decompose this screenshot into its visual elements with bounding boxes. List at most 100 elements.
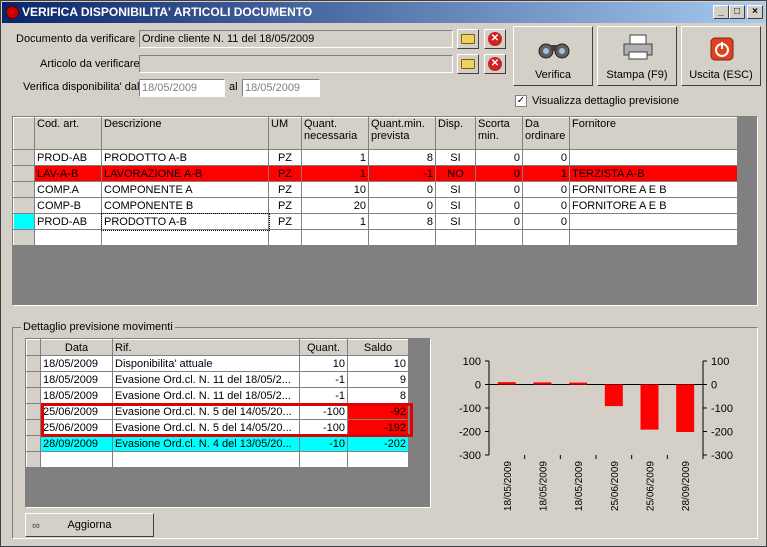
empty-row[interactable] bbox=[13, 229, 738, 246]
cell-scorta[interactable]: 0 bbox=[475, 165, 523, 182]
cell-qprev[interactable]: 0 bbox=[368, 181, 436, 198]
cell-saldo[interactable]: -202 bbox=[347, 435, 409, 452]
row-indicator[interactable] bbox=[13, 181, 35, 198]
cell-quant[interactable]: -10 bbox=[299, 435, 348, 452]
cell-qnec[interactable]: 1 bbox=[301, 165, 369, 182]
cell-scorta[interactable]: 0 bbox=[475, 149, 523, 166]
cell-data[interactable]: 18/05/2009 bbox=[40, 387, 113, 404]
row-indicator[interactable] bbox=[26, 371, 41, 388]
cell-quant[interactable]: -1 bbox=[299, 387, 348, 404]
cell-descr[interactable]: PRODOTTO A-B bbox=[101, 149, 269, 166]
empty-cell[interactable] bbox=[522, 229, 570, 246]
cell-scorta[interactable]: 0 bbox=[475, 181, 523, 198]
cell-um[interactable]: PZ bbox=[268, 197, 302, 214]
cell-um[interactable]: PZ bbox=[268, 181, 302, 198]
cell-um[interactable]: PZ bbox=[268, 149, 302, 166]
stampa-button[interactable]: Stampa (F9) bbox=[597, 26, 677, 86]
cell-saldo[interactable]: 10 bbox=[347, 355, 409, 372]
cell-disp[interactable]: SI bbox=[435, 213, 476, 230]
row-indicator[interactable] bbox=[13, 213, 35, 230]
cell-cod[interactable]: PROD-AB bbox=[34, 213, 102, 230]
row-indicator[interactable] bbox=[26, 419, 41, 436]
dettaglio-header-rif[interactable]: Rif. bbox=[112, 339, 300, 356]
table-row[interactable]: PROD-AB PRODOTTO A-B PZ 1 8 SI 0 0 bbox=[13, 149, 738, 166]
cell-descr[interactable]: COMPONENTE B bbox=[101, 197, 269, 214]
row-indicator[interactable] bbox=[26, 451, 41, 468]
cell-ord[interactable]: 0 bbox=[522, 213, 570, 230]
row-indicator[interactable] bbox=[26, 403, 41, 420]
empty-cell[interactable] bbox=[299, 451, 348, 468]
cell-data[interactable]: 18/05/2009 bbox=[40, 355, 113, 372]
cell-forn[interactable]: TERZISTA A-B bbox=[569, 165, 738, 182]
cell-data[interactable]: 18/05/2009 bbox=[40, 371, 113, 388]
cell-um[interactable]: PZ bbox=[268, 165, 302, 182]
list-item[interactable]: 18/05/2009 Evasione Ord.cl. N. 11 del 18/… bbox=[26, 387, 409, 404]
header-um[interactable]: UM bbox=[268, 117, 302, 150]
empty-cell[interactable] bbox=[475, 229, 523, 246]
cell-qnec[interactable]: 20 bbox=[301, 197, 369, 214]
header-cod[interactable]: Cod. art. bbox=[34, 117, 102, 150]
cell-um[interactable]: PZ bbox=[268, 213, 302, 230]
cell-qprev[interactable]: 8 bbox=[368, 149, 436, 166]
table-row[interactable]: COMP.A COMPONENTE A PZ 10 0 SI 0 0 FORNITORE A E… bbox=[13, 181, 738, 198]
cell-disp[interactable]: SI bbox=[435, 181, 476, 198]
empty-cell[interactable] bbox=[34, 229, 102, 246]
cell-forn[interactable]: FORNITORE A E B bbox=[569, 181, 738, 198]
cell-qprev[interactable]: 8 bbox=[368, 213, 436, 230]
maximize-button[interactable]: □ bbox=[729, 5, 745, 19]
cell-qnec[interactable]: 10 bbox=[301, 181, 369, 198]
cell-disp[interactable]: SI bbox=[435, 197, 476, 214]
cell-qnec[interactable]: 1 bbox=[301, 149, 369, 166]
cell-quant[interactable]: -1 bbox=[299, 371, 348, 388]
articolo-field[interactable] bbox=[139, 55, 453, 73]
list-item[interactable]: 18/05/2009 Evasione Ord.cl. N. 11 del 18/… bbox=[26, 371, 409, 388]
table-row[interactable]: COMP-B COMPONENTE B PZ 20 0 SI 0 0 FORNITORE A E… bbox=[13, 197, 738, 214]
header-ord[interactable]: Da ordinare bbox=[522, 117, 570, 150]
cell-quant[interactable]: 10 bbox=[299, 355, 348, 372]
header-scorta[interactable]: Scorta min. bbox=[475, 117, 523, 150]
cell-saldo[interactable]: 8 bbox=[347, 387, 409, 404]
cell-disp[interactable]: NO bbox=[435, 165, 476, 182]
empty-cell[interactable] bbox=[40, 451, 113, 468]
cell-cod[interactable]: LAV-A-B bbox=[34, 165, 102, 182]
cell-ord[interactable]: 1 bbox=[522, 165, 570, 182]
cell-qprev[interactable]: 0 bbox=[368, 197, 436, 214]
dettaglio-checkbox[interactable]: ✓ bbox=[515, 95, 527, 107]
cell-scorta[interactable]: 0 bbox=[475, 213, 523, 230]
empty-cell[interactable] bbox=[112, 451, 300, 468]
cell-scorta[interactable]: 0 bbox=[475, 197, 523, 214]
cell-rif[interactable]: Evasione Ord.cl. N. 11 del 18/05/2... bbox=[112, 371, 300, 388]
uscita-button[interactable]: Uscita (ESC) bbox=[681, 26, 761, 86]
cell-ord[interactable]: 0 bbox=[522, 181, 570, 198]
header-disp[interactable]: Disp. bbox=[435, 117, 476, 150]
empty-row[interactable] bbox=[26, 451, 409, 468]
date-from-field[interactable]: 18/05/2009 bbox=[139, 79, 225, 97]
documento-field[interactable]: Ordine cliente N. 11 del 18/05/2009 bbox=[139, 30, 453, 48]
cell-forn[interactable] bbox=[569, 149, 738, 166]
row-indicator[interactable] bbox=[26, 387, 41, 404]
cell-rif[interactable]: Disponibilita' attuale bbox=[112, 355, 300, 372]
row-indicator[interactable] bbox=[13, 149, 35, 166]
verifica-button[interactable]: Verifica bbox=[513, 26, 593, 86]
empty-cell[interactable] bbox=[347, 451, 409, 468]
cell-saldo[interactable]: 9 bbox=[347, 371, 409, 388]
cell-qprev[interactable]: -1 bbox=[368, 165, 436, 182]
cell-cod[interactable]: PROD-AB bbox=[34, 149, 102, 166]
documento-clear-button[interactable]: ✕ bbox=[484, 29, 506, 49]
table-row[interactable]: LAV-A-B LAVORAZIONE A-B PZ 1 -1 NO 0 1 TERZISTA … bbox=[13, 165, 738, 182]
articolo-clear-button[interactable]: ✕ bbox=[484, 54, 506, 74]
cell-qnec[interactable]: 1 bbox=[301, 213, 369, 230]
cell-descr[interactable]: LAVORAZIONE A-B bbox=[101, 165, 269, 182]
cell-rif[interactable]: Evasione Ord.cl. N. 11 del 18/05/2... bbox=[112, 387, 300, 404]
list-item[interactable]: 18/05/2009 Disponibilita' attuale 10 10 bbox=[26, 355, 409, 372]
header-descr[interactable]: Descrizione bbox=[101, 117, 269, 150]
articolo-browse-button[interactable] bbox=[457, 54, 479, 74]
empty-cell[interactable] bbox=[101, 229, 269, 246]
cell-cod[interactable]: COMP.A bbox=[34, 181, 102, 198]
minimize-button[interactable]: _ bbox=[713, 5, 729, 19]
cell-descr[interactable]: COMPONENTE A bbox=[101, 181, 269, 198]
aggiorna-button[interactable]: ∞ Aggiorna bbox=[25, 513, 154, 537]
row-indicator[interactable] bbox=[26, 435, 41, 452]
cell-disp[interactable]: SI bbox=[435, 149, 476, 166]
header-forn[interactable]: Fornitore bbox=[569, 117, 738, 150]
